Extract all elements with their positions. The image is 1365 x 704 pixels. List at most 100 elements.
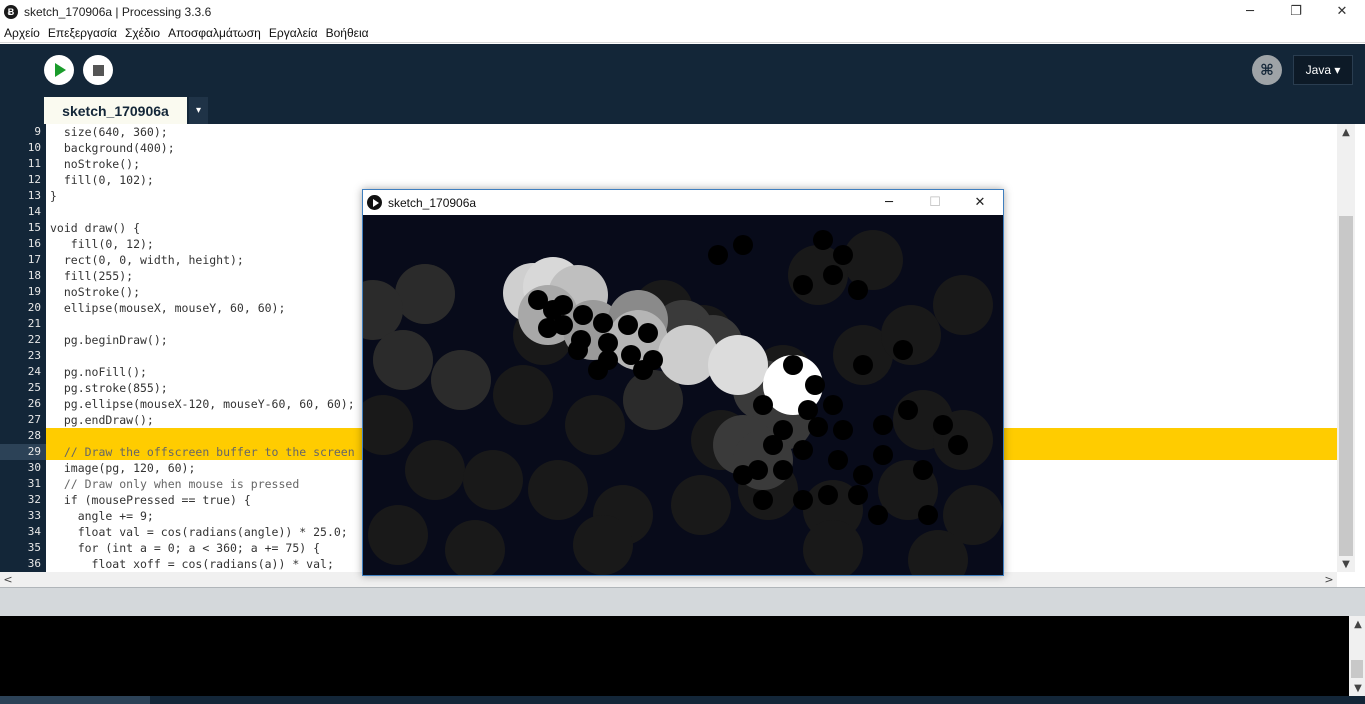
sketch-circle [805,375,825,395]
line-number[interactable]: 13 [0,188,46,204]
sketch-circle [431,350,491,410]
sketch-circle [733,465,753,485]
menu-tools[interactable]: Εργαλεία [269,26,318,40]
line-number[interactable]: 22 [0,332,46,348]
sketch-circle [893,340,913,360]
line-number[interactable]: 29 [0,444,46,460]
sketch-circle [853,465,873,485]
editor-vertical-scrollbar[interactable]: ▲ ▼ [1337,124,1355,572]
sketch-window[interactable]: sketch_170906a ─ ☐ ✕ [362,189,1004,576]
minimize-button[interactable]: ─ [1227,0,1273,23]
sketch-circle [813,230,833,250]
menubar: Αρχείο Επεξεργασία Σχέδιο Αποσφαλμάτωση … [0,23,1365,43]
line-number[interactable]: 25 [0,380,46,396]
line-number[interactable]: 33 [0,508,46,524]
sketch-circle [873,445,893,465]
line-number[interactable]: 16 [0,236,46,252]
stop-icon [92,64,104,76]
stop-button[interactable] [83,55,113,85]
sketch-canvas[interactable] [363,215,1003,575]
sketch-close-button[interactable]: ✕ [957,190,1003,215]
line-number[interactable]: 18 [0,268,46,284]
line-number[interactable]: 21 [0,316,46,332]
run-button[interactable] [44,55,74,85]
console-area[interactable] [0,616,1349,696]
sketch-circle [933,415,953,435]
tab-menu-button[interactable]: ▾ [189,97,208,124]
line-number[interactable]: 31 [0,476,46,492]
line-number[interactable]: 20 [0,300,46,316]
editor-scroll-thumb[interactable] [1339,216,1353,556]
menu-debug[interactable]: Αποσφαλμάτωση [168,26,261,40]
scroll-up-icon[interactable]: ▲ [1337,124,1355,140]
console-tab-indicator[interactable] [0,696,150,704]
line-number[interactable]: 17 [0,252,46,268]
console-scrollbar[interactable]: ▲ ▼ [1349,616,1365,696]
code-line[interactable]: fill(0, 102); [46,172,1337,188]
sketch-circle [848,485,868,505]
menu-help[interactable]: Βοήθεια [326,26,369,40]
sketch-minimize-button[interactable]: ─ [866,190,912,215]
sketch-circle [933,275,993,335]
close-button[interactable]: ✕ [1319,0,1365,23]
code-line[interactable]: background(400); [46,140,1337,156]
sketch-circle [363,395,413,455]
menu-edit[interactable]: Επεξεργασία [48,26,117,40]
console-divider[interactable] [0,587,1365,616]
sketch-circle [463,450,523,510]
line-number[interactable]: 24 [0,364,46,380]
window-title: sketch_170906a | Processing 3.3.6 [24,4,212,19]
line-number[interactable]: 11 [0,156,46,172]
line-number[interactable]: 32 [0,492,46,508]
debugger-toggle-button[interactable]: ⌘ [1252,55,1282,85]
sketch-titlebar[interactable]: sketch_170906a ─ ☐ ✕ [363,190,1003,215]
sketch-circle [773,460,793,480]
code-line[interactable]: size(640, 360); [46,124,1337,140]
scroll-down-icon[interactable]: ▼ [1337,556,1355,572]
sketch-maximize-button[interactable]: ☐ [912,190,958,215]
line-number[interactable]: 28 [0,428,46,444]
scroll-right-icon[interactable]: > [1321,572,1337,587]
mode-select[interactable]: Java ▾ [1293,55,1353,85]
line-number[interactable]: 36 [0,556,46,572]
sketch-circle [898,400,918,420]
line-number[interactable]: 10 [0,140,46,156]
line-number[interactable]: 27 [0,412,46,428]
sketch-circle [843,230,903,290]
sketch-circle [918,505,938,525]
line-number[interactable]: 12 [0,172,46,188]
line-number[interactable]: 9 [0,124,46,140]
line-number[interactable]: 19 [0,284,46,300]
line-number[interactable]: 14 [0,204,46,220]
sketch-circle [638,323,658,343]
line-number[interactable]: 23 [0,348,46,364]
line-number[interactable]: 35 [0,540,46,556]
sketch-circle [753,490,773,510]
line-number[interactable]: 30 [0,460,46,476]
sketch-circle [833,245,853,265]
sketch-circle [658,325,718,385]
sketch-circle [618,315,638,335]
code-line[interactable]: noStroke(); [46,156,1337,172]
sketch-circle [368,505,428,565]
sketch-circle [553,295,573,315]
menu-sketch[interactable]: Σχέδιο [125,26,160,40]
toolbar: ⌘ Java ▾ sketch_170906a ▾ [0,44,1365,124]
debugger-icon: ⌘ [1260,61,1274,79]
restore-button[interactable]: ❐ [1273,0,1319,23]
console-scroll-thumb[interactable] [1351,660,1363,678]
line-number[interactable]: 26 [0,396,46,412]
sketch-circle [528,460,588,520]
line-number[interactable]: 34 [0,524,46,540]
sketch-circle [823,265,843,285]
console-scroll-up-icon[interactable]: ▲ [1349,616,1365,632]
sketch-circle [588,360,608,380]
window-titlebar: Ƀ sketch_170906a | Processing 3.3.6 ─ ❐ … [0,0,1365,23]
line-number[interactable]: 15 [0,220,46,236]
sketch-circle [793,440,813,460]
console-scroll-down-icon[interactable]: ▼ [1349,680,1365,696]
sketch-circle [818,485,838,505]
menu-file[interactable]: Αρχείο [4,26,40,40]
scroll-left-icon[interactable]: < [0,572,16,587]
tab-sketch[interactable]: sketch_170906a [44,97,187,124]
